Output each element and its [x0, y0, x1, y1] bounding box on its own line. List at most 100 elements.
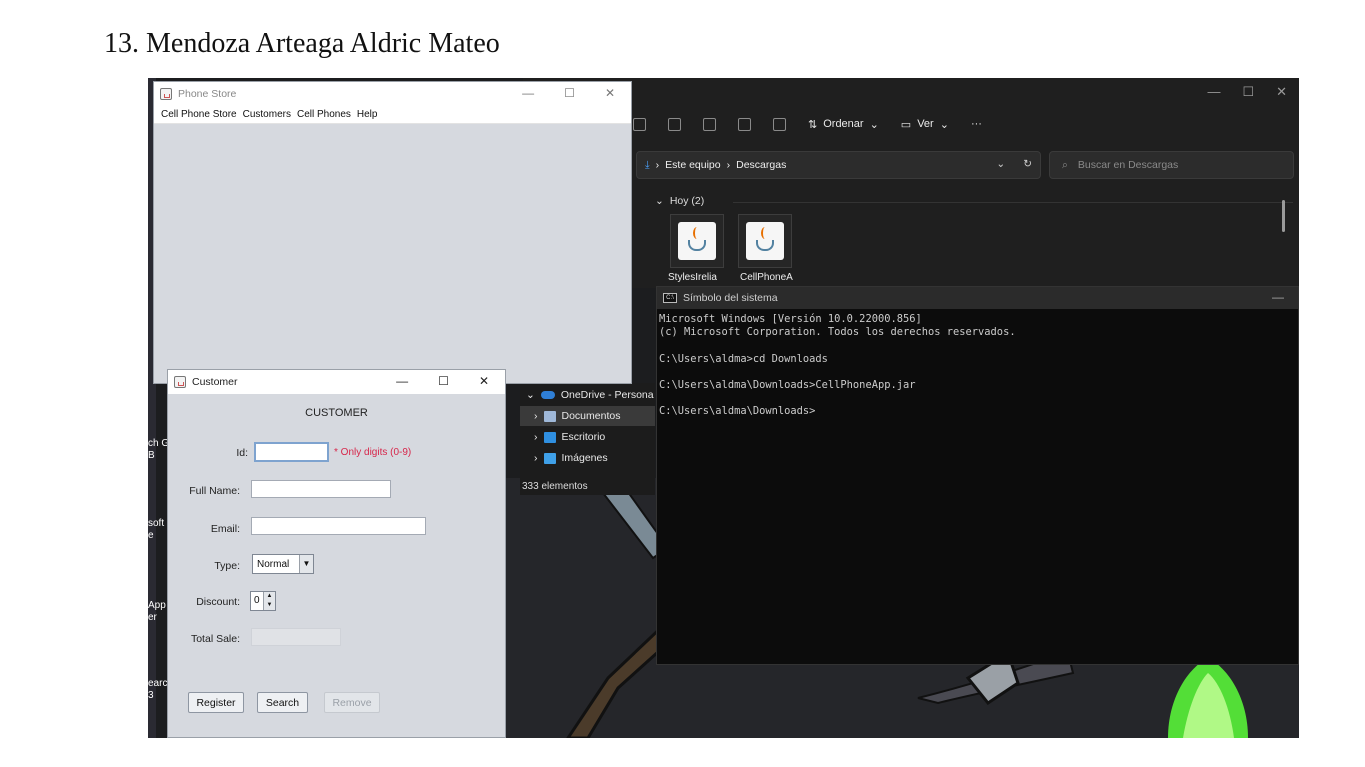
phone-store-window: Phone Store — ☐ ✕ Cell Phone Store Custo… — [153, 81, 632, 384]
address-bar[interactable]: ⤓ › Este equipo › Descargas ⌄ ↻ — [636, 151, 1041, 179]
breadcrumb-separator: › — [726, 159, 731, 171]
nav-item-label: Imágenes — [561, 452, 608, 464]
search-button[interactable]: Search — [257, 692, 308, 713]
java-file-icon — [678, 222, 716, 260]
nav-item-documents[interactable]: › Documentos — [520, 406, 655, 426]
nav-item-onedrive[interactable]: ⌄ OneDrive - Persona — [520, 385, 655, 405]
search-icon: ⌕ — [1062, 158, 1068, 171]
explorer-toolbar: ⇅ Ordenar ⌄ ▭ Ver ⌄ ··· — [523, 111, 1299, 137]
window-title: Customer — [192, 376, 238, 388]
sort-button[interactable]: ⇅ Ordenar ⌄ — [808, 118, 879, 131]
java-app-icon — [160, 88, 172, 100]
desktop-icon-label[interactable]: er — [148, 612, 157, 623]
desktop-icon-label[interactable]: App — [148, 600, 166, 611]
chevron-right-icon: › — [534, 410, 538, 422]
total-sale-label: Total Sale: — [190, 633, 240, 645]
desktop-folder-icon — [543, 431, 556, 443]
search-input[interactable]: ⌕ Buscar en Descargas — [1049, 151, 1294, 179]
cmd-line — [659, 366, 1298, 379]
chevron-right-icon: › — [534, 452, 538, 464]
cloud-icon — [540, 391, 555, 399]
minimize-icon[interactable]: — — [396, 374, 408, 388]
minimize-icon[interactable]: — — [1272, 290, 1284, 304]
view-button[interactable]: ▭ Ver ⌄ — [901, 118, 949, 131]
cmd-title-bar[interactable]: C:\ Símbolo del sistema — — [657, 287, 1298, 309]
chevron-down-icon[interactable]: ▼ — [299, 555, 313, 573]
file-group-header[interactable]: ⌄ Hoy (2) — [655, 195, 704, 207]
nav-item-desktop[interactable]: › Escritorio — [520, 427, 655, 447]
chevron-down-icon: ⌄ — [655, 195, 664, 207]
download-icon: ⤓ — [645, 158, 650, 171]
remove-button: Remove — [324, 692, 380, 713]
minimize-icon[interactable]: — — [1207, 84, 1220, 100]
breadcrumb-separator: › — [655, 159, 660, 171]
java-file-icon — [746, 222, 784, 260]
desktop-icon-label[interactable]: B — [148, 450, 155, 461]
menu-cell-phones[interactable]: Cell Phones — [297, 109, 351, 120]
discount-spinner[interactable]: 0 ▲ ▼ — [250, 591, 276, 611]
search-placeholder: Buscar en Descargas — [1077, 159, 1179, 171]
cmd-output[interactable]: Microsoft Windows [Versión 10.0.22000.85… — [657, 309, 1298, 419]
more-options-button[interactable]: ··· — [971, 118, 982, 130]
paste-icon[interactable] — [668, 117, 681, 131]
id-validation-hint: * Only digits (0-9) — [334, 447, 412, 458]
share-icon[interactable] — [738, 117, 751, 131]
file-name[interactable]: StylesIrelia — [668, 272, 717, 283]
type-select[interactable]: Normal ▼ — [252, 554, 314, 574]
desktop-icon-label[interactable]: 3 — [148, 690, 154, 701]
scrollbar[interactable] — [1282, 200, 1285, 232]
close-icon[interactable]: ✕ — [1276, 84, 1287, 100]
cmd-line: C:\Users\aldma\Downloads> — [659, 405, 816, 418]
cmd-line: (c) Microsoft Corporation. Todos los der… — [659, 326, 1016, 339]
register-button[interactable]: Register — [188, 692, 244, 713]
refresh-icon[interactable]: ↻ — [1023, 158, 1032, 170]
desktop-icon-label[interactable]: earc — [148, 678, 167, 689]
close-icon[interactable]: ✕ — [479, 374, 489, 388]
spinner-arrows-icon[interactable]: ▲ ▼ — [263, 592, 275, 610]
cmd-line: Microsoft Windows [Versión 10.0.22000.85… — [659, 313, 922, 325]
close-icon[interactable]: ✕ — [605, 86, 615, 100]
rename-icon[interactable] — [703, 117, 716, 131]
desktop-icon-label[interactable]: soft — [148, 518, 164, 529]
menu-help[interactable]: Help — [357, 109, 378, 120]
email-label: Email: — [210, 523, 240, 535]
nav-item-pictures[interactable]: › Imágenes — [520, 448, 655, 468]
form-heading: CUSTOMER — [305, 407, 368, 419]
file-name[interactable]: CellPhoneA — [740, 272, 793, 283]
copy-icon[interactable] — [633, 117, 646, 131]
delete-icon[interactable] — [773, 117, 786, 131]
chevron-down-icon[interactable]: ⌄ — [996, 158, 1005, 170]
view-label: Ver — [917, 118, 934, 130]
full-name-field[interactable] — [251, 480, 391, 498]
chevron-down-icon: ⌄ — [869, 118, 879, 131]
menu-cell-phone-store[interactable]: Cell Phone Store — [161, 109, 237, 120]
breadcrumb-this-pc[interactable]: Este equipo — [665, 159, 720, 171]
maximize-icon[interactable]: ☐ — [1242, 84, 1254, 100]
cmd-line — [659, 392, 1298, 405]
desktop-icon-label[interactable]: e — [148, 530, 154, 541]
maximize-icon[interactable]: ☐ — [564, 86, 575, 100]
total-sale-field — [251, 628, 341, 646]
customer-title-bar[interactable]: Customer — ☐ ✕ — [168, 370, 505, 394]
menu-bar: Cell Phone Store Customers Cell Phones H… — [154, 106, 631, 124]
menu-customers[interactable]: Customers — [243, 109, 291, 120]
cmd-line: C:\Users\aldma>cd Downloads — [659, 352, 828, 365]
cmd-title: Símbolo del sistema — [683, 292, 778, 304]
cmd-line: C:\Users\aldma\Downloads>CellPhoneApp.ja… — [659, 378, 916, 391]
discount-label: Discount: — [196, 596, 240, 608]
desktop-icon-label[interactable]: ch G — [148, 438, 169, 449]
file-explorer-window: — ☐ ✕ ⇅ Ordenar ⌄ ▭ Ver ⌄ ··· ⤓ › Este e… — [523, 78, 1299, 288]
phone-store-title-bar[interactable]: Phone Store — ☐ ✕ — [154, 82, 631, 106]
file-item[interactable] — [670, 214, 724, 268]
nav-item-label: Escritorio — [561, 431, 606, 443]
full-name-label: Full Name: — [189, 485, 240, 497]
breadcrumb-downloads[interactable]: Descargas — [736, 159, 786, 171]
file-item[interactable] — [738, 214, 792, 268]
chevron-down-icon: ⌄ — [526, 389, 535, 401]
email-field[interactable] — [251, 517, 426, 535]
id-field[interactable] — [254, 442, 329, 462]
minimize-icon[interactable]: — — [522, 86, 534, 100]
sort-icon: ⇅ — [808, 118, 818, 131]
maximize-icon[interactable]: ☐ — [438, 374, 449, 388]
explorer-window-controls: — ☐ ✕ — [1207, 84, 1287, 100]
